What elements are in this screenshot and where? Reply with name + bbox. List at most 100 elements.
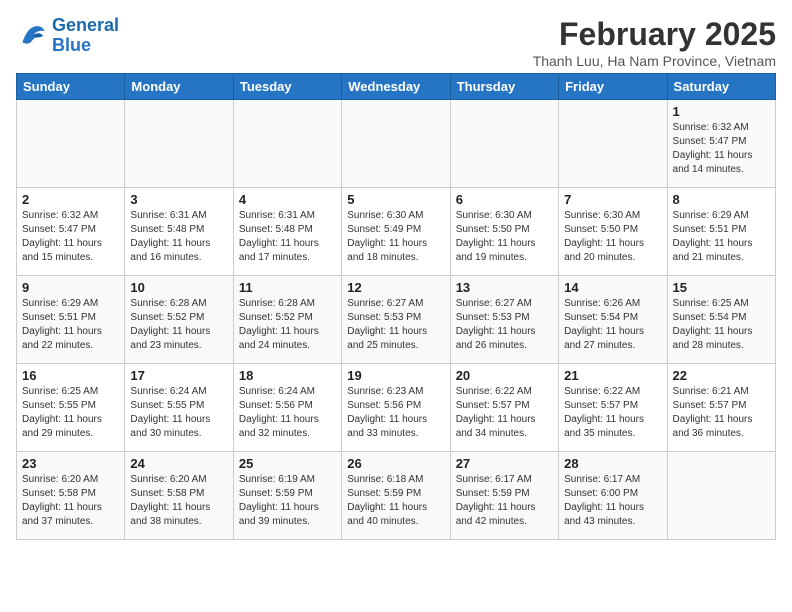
day-info: Sunrise: 6:24 AM Sunset: 5:56 PM Dayligh… (239, 385, 336, 441)
day-number: 21 (564, 368, 661, 383)
day-info: Sunrise: 6:20 AM Sunset: 5:58 PM Dayligh… (130, 473, 227, 529)
week-row-4: 16 Sunrise: 6:25 AM Sunset: 5:55 PM Dayli… (17, 364, 776, 452)
day-header-wednesday: Wednesday (342, 74, 450, 100)
calendar-cell: 28 Sunrise: 6:17 AM Sunset: 6:00 PM Dayli… (559, 452, 667, 540)
day-number: 26 (347, 456, 444, 471)
day-info: Sunrise: 6:27 AM Sunset: 5:53 PM Dayligh… (347, 297, 444, 353)
day-info: Sunrise: 6:23 AM Sunset: 5:56 PM Dayligh… (347, 385, 444, 441)
day-number: 14 (564, 280, 661, 295)
day-info: Sunrise: 6:22 AM Sunset: 5:57 PM Dayligh… (564, 385, 661, 441)
day-header-friday: Friday (559, 74, 667, 100)
day-info: Sunrise: 6:27 AM Sunset: 5:53 PM Dayligh… (456, 297, 553, 353)
day-number: 10 (130, 280, 227, 295)
day-number: 23 (22, 456, 119, 471)
day-number: 6 (456, 192, 553, 207)
calendar-cell: 22 Sunrise: 6:21 AM Sunset: 5:57 PM Dayli… (667, 364, 775, 452)
day-number: 18 (239, 368, 336, 383)
day-number: 17 (130, 368, 227, 383)
day-number: 1 (673, 104, 770, 119)
day-number: 2 (22, 192, 119, 207)
day-number: 28 (564, 456, 661, 471)
calendar-cell (667, 452, 775, 540)
day-header-tuesday: Tuesday (233, 74, 341, 100)
calendar-cell: 17 Sunrise: 6:24 AM Sunset: 5:55 PM Dayli… (125, 364, 233, 452)
logo-icon (16, 20, 48, 52)
day-number: 4 (239, 192, 336, 207)
calendar-cell: 6Sunrise: 6:30 AM Sunset: 5:50 PM Daylig… (450, 188, 558, 276)
calendar-cell: 3 Sunrise: 6:31 AM Sunset: 5:48 PM Daylig… (125, 188, 233, 276)
day-info: Sunrise: 6:31 AM Sunset: 5:48 PM Dayligh… (130, 209, 227, 265)
day-number: 8 (673, 192, 770, 207)
day-info: Sunrise: 6:28 AM Sunset: 5:52 PM Dayligh… (239, 297, 336, 353)
day-header-sunday: Sunday (17, 74, 125, 100)
calendar-cell: 1 Sunrise: 6:32 AM Sunset: 5:47 PM Daylig… (667, 100, 775, 188)
calendar-cell: 23 Sunrise: 6:20 AM Sunset: 5:58 PM Dayli… (17, 452, 125, 540)
day-info: Sunrise: 6:24 AM Sunset: 5:55 PM Dayligh… (130, 385, 227, 441)
day-info: Sunrise: 6:21 AM Sunset: 5:57 PM Dayligh… (673, 385, 770, 441)
calendar-cell (125, 100, 233, 188)
calendar-cell (342, 100, 450, 188)
calendar-cell: 21 Sunrise: 6:22 AM Sunset: 5:57 PM Dayli… (559, 364, 667, 452)
day-header-thursday: Thursday (450, 74, 558, 100)
day-info: Sunrise: 6:19 AM Sunset: 5:59 PM Dayligh… (239, 473, 336, 529)
day-info: Sunrise: 6:31 AM Sunset: 5:48 PM Dayligh… (239, 209, 336, 265)
calendar-cell: 18 Sunrise: 6:24 AM Sunset: 5:56 PM Dayli… (233, 364, 341, 452)
calendar-cell (17, 100, 125, 188)
day-info: Sunrise: 6:26 AM Sunset: 5:54 PM Dayligh… (564, 297, 661, 353)
logo: General Blue (16, 16, 119, 56)
day-header-monday: Monday (125, 74, 233, 100)
calendar-cell: 4 Sunrise: 6:31 AM Sunset: 5:48 PM Daylig… (233, 188, 341, 276)
day-number: 19 (347, 368, 444, 383)
calendar-table: SundayMondayTuesdayWednesdayThursdayFrid… (16, 73, 776, 540)
calendar-cell: 11Sunrise: 6:28 AM Sunset: 5:52 PM Dayli… (233, 276, 341, 364)
day-number: 7 (564, 192, 661, 207)
calendar-cell: 12 Sunrise: 6:27 AM Sunset: 5:53 PM Dayli… (342, 276, 450, 364)
week-row-2: 2 Sunrise: 6:32 AM Sunset: 5:47 PM Daylig… (17, 188, 776, 276)
calendar-cell: 13 Sunrise: 6:27 AM Sunset: 5:53 PM Dayli… (450, 276, 558, 364)
day-number: 20 (456, 368, 553, 383)
day-info: Sunrise: 6:29 AM Sunset: 5:51 PM Dayligh… (673, 209, 770, 265)
calendar-cell: 27 Sunrise: 6:17 AM Sunset: 5:59 PM Dayli… (450, 452, 558, 540)
calendar-cell: 10 Sunrise: 6:28 AM Sunset: 5:52 PM Dayli… (125, 276, 233, 364)
calendar-cell: 5 Sunrise: 6:30 AM Sunset: 5:49 PM Daylig… (342, 188, 450, 276)
page-header: General Blue February 2025 Thanh Luu, Ha… (16, 16, 776, 69)
title-block: February 2025 Thanh Luu, Ha Nam Province… (533, 16, 776, 69)
day-info: Sunrise: 6:20 AM Sunset: 5:58 PM Dayligh… (22, 473, 119, 529)
day-info: Sunrise: 6:25 AM Sunset: 5:55 PM Dayligh… (22, 385, 119, 441)
day-number: 15 (673, 280, 770, 295)
day-number: 12 (347, 280, 444, 295)
calendar-cell (450, 100, 558, 188)
month-title: February 2025 (533, 16, 776, 53)
day-number: 3 (130, 192, 227, 207)
day-info: Sunrise: 6:17 AM Sunset: 6:00 PM Dayligh… (564, 473, 661, 529)
day-info: Sunrise: 6:25 AM Sunset: 5:54 PM Dayligh… (673, 297, 770, 353)
calendar-cell: 2 Sunrise: 6:32 AM Sunset: 5:47 PM Daylig… (17, 188, 125, 276)
week-row-3: 9Sunrise: 6:29 AM Sunset: 5:51 PM Daylig… (17, 276, 776, 364)
day-info: Sunrise: 6:30 AM Sunset: 5:49 PM Dayligh… (347, 209, 444, 265)
logo-blue: Blue (52, 36, 119, 56)
day-info: Sunrise: 6:17 AM Sunset: 5:59 PM Dayligh… (456, 473, 553, 529)
day-number: 24 (130, 456, 227, 471)
calendar-cell: 9Sunrise: 6:29 AM Sunset: 5:51 PM Daylig… (17, 276, 125, 364)
calendar-cell: 26Sunrise: 6:18 AM Sunset: 5:59 PM Dayli… (342, 452, 450, 540)
location-subtitle: Thanh Luu, Ha Nam Province, Vietnam (533, 53, 776, 69)
calendar-cell: 25 Sunrise: 6:19 AM Sunset: 5:59 PM Dayli… (233, 452, 341, 540)
calendar-cell: 20 Sunrise: 6:22 AM Sunset: 5:57 PM Dayli… (450, 364, 558, 452)
calendar-cell: 15 Sunrise: 6:25 AM Sunset: 5:54 PM Dayli… (667, 276, 775, 364)
calendar-cell: 8 Sunrise: 6:29 AM Sunset: 5:51 PM Daylig… (667, 188, 775, 276)
day-number: 16 (22, 368, 119, 383)
logo-text-block: General Blue (52, 16, 119, 56)
day-info: Sunrise: 6:22 AM Sunset: 5:57 PM Dayligh… (456, 385, 553, 441)
day-number: 5 (347, 192, 444, 207)
day-number: 13 (456, 280, 553, 295)
day-number: 25 (239, 456, 336, 471)
day-info: Sunrise: 6:28 AM Sunset: 5:52 PM Dayligh… (130, 297, 227, 353)
calendar-cell (233, 100, 341, 188)
week-row-5: 23 Sunrise: 6:20 AM Sunset: 5:58 PM Dayli… (17, 452, 776, 540)
day-header-saturday: Saturday (667, 74, 775, 100)
calendar-cell: 16 Sunrise: 6:25 AM Sunset: 5:55 PM Dayli… (17, 364, 125, 452)
day-info: Sunrise: 6:32 AM Sunset: 5:47 PM Dayligh… (673, 121, 770, 177)
day-number: 22 (673, 368, 770, 383)
day-number: 27 (456, 456, 553, 471)
day-info: Sunrise: 6:32 AM Sunset: 5:47 PM Dayligh… (22, 209, 119, 265)
